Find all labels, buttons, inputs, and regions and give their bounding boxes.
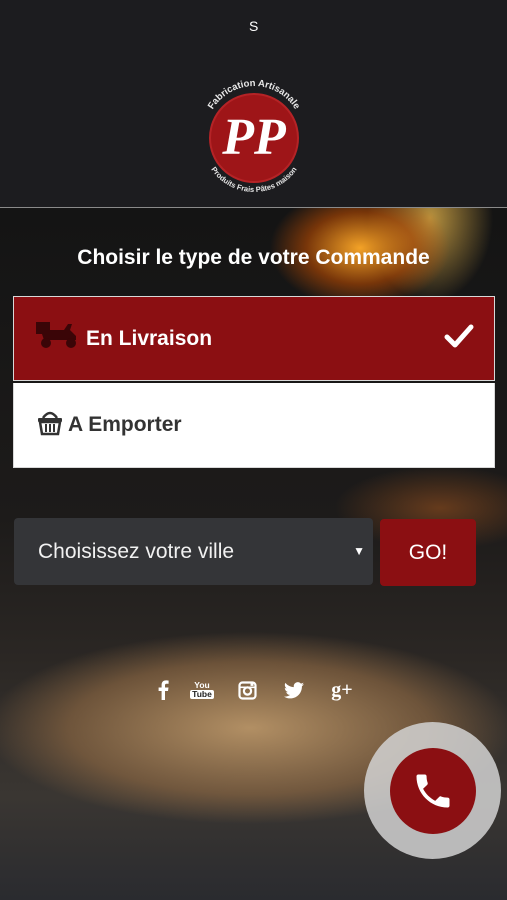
twitter-icon[interactable] [282, 677, 306, 703]
call-button[interactable] [364, 722, 501, 859]
order-type-heading: Choisir le type de votre Commande [77, 246, 430, 269]
basket-icon [38, 411, 62, 436]
youtube-icon[interactable]: You Tube [190, 677, 214, 703]
call-button-inner [389, 747, 476, 834]
option-delivery[interactable]: En Livraison [13, 296, 495, 381]
city-select[interactable]: Choisissez votre ville ▼ [14, 518, 373, 585]
chevron-down-icon: ▼ [353, 544, 365, 558]
facebook-icon[interactable] [154, 677, 172, 703]
brand-logo[interactable]: Fabrication Artisanale PP Produits Frais… [198, 74, 310, 200]
checkmark-icon [444, 324, 474, 348]
option-delivery-label: En Livraison [86, 326, 213, 350]
status-text: S [249, 18, 259, 34]
header: S Fabrication Artisanale PP Produits Fra… [0, 0, 507, 208]
go-button[interactable]: GO! [380, 519, 476, 586]
phone-icon [416, 774, 449, 807]
logo-monogram: PP [221, 109, 287, 166]
city-select-placeholder: Choisissez votre ville [38, 539, 235, 563]
option-takeaway-label: A Emporter [68, 413, 182, 436]
scooter-icon [36, 321, 76, 348]
option-takeaway[interactable]: A Emporter [13, 383, 495, 468]
youtube-text-bottom: Tube [190, 689, 214, 699]
instagram-icon[interactable] [236, 677, 258, 703]
google-plus-icon[interactable]: g+ [330, 677, 354, 703]
